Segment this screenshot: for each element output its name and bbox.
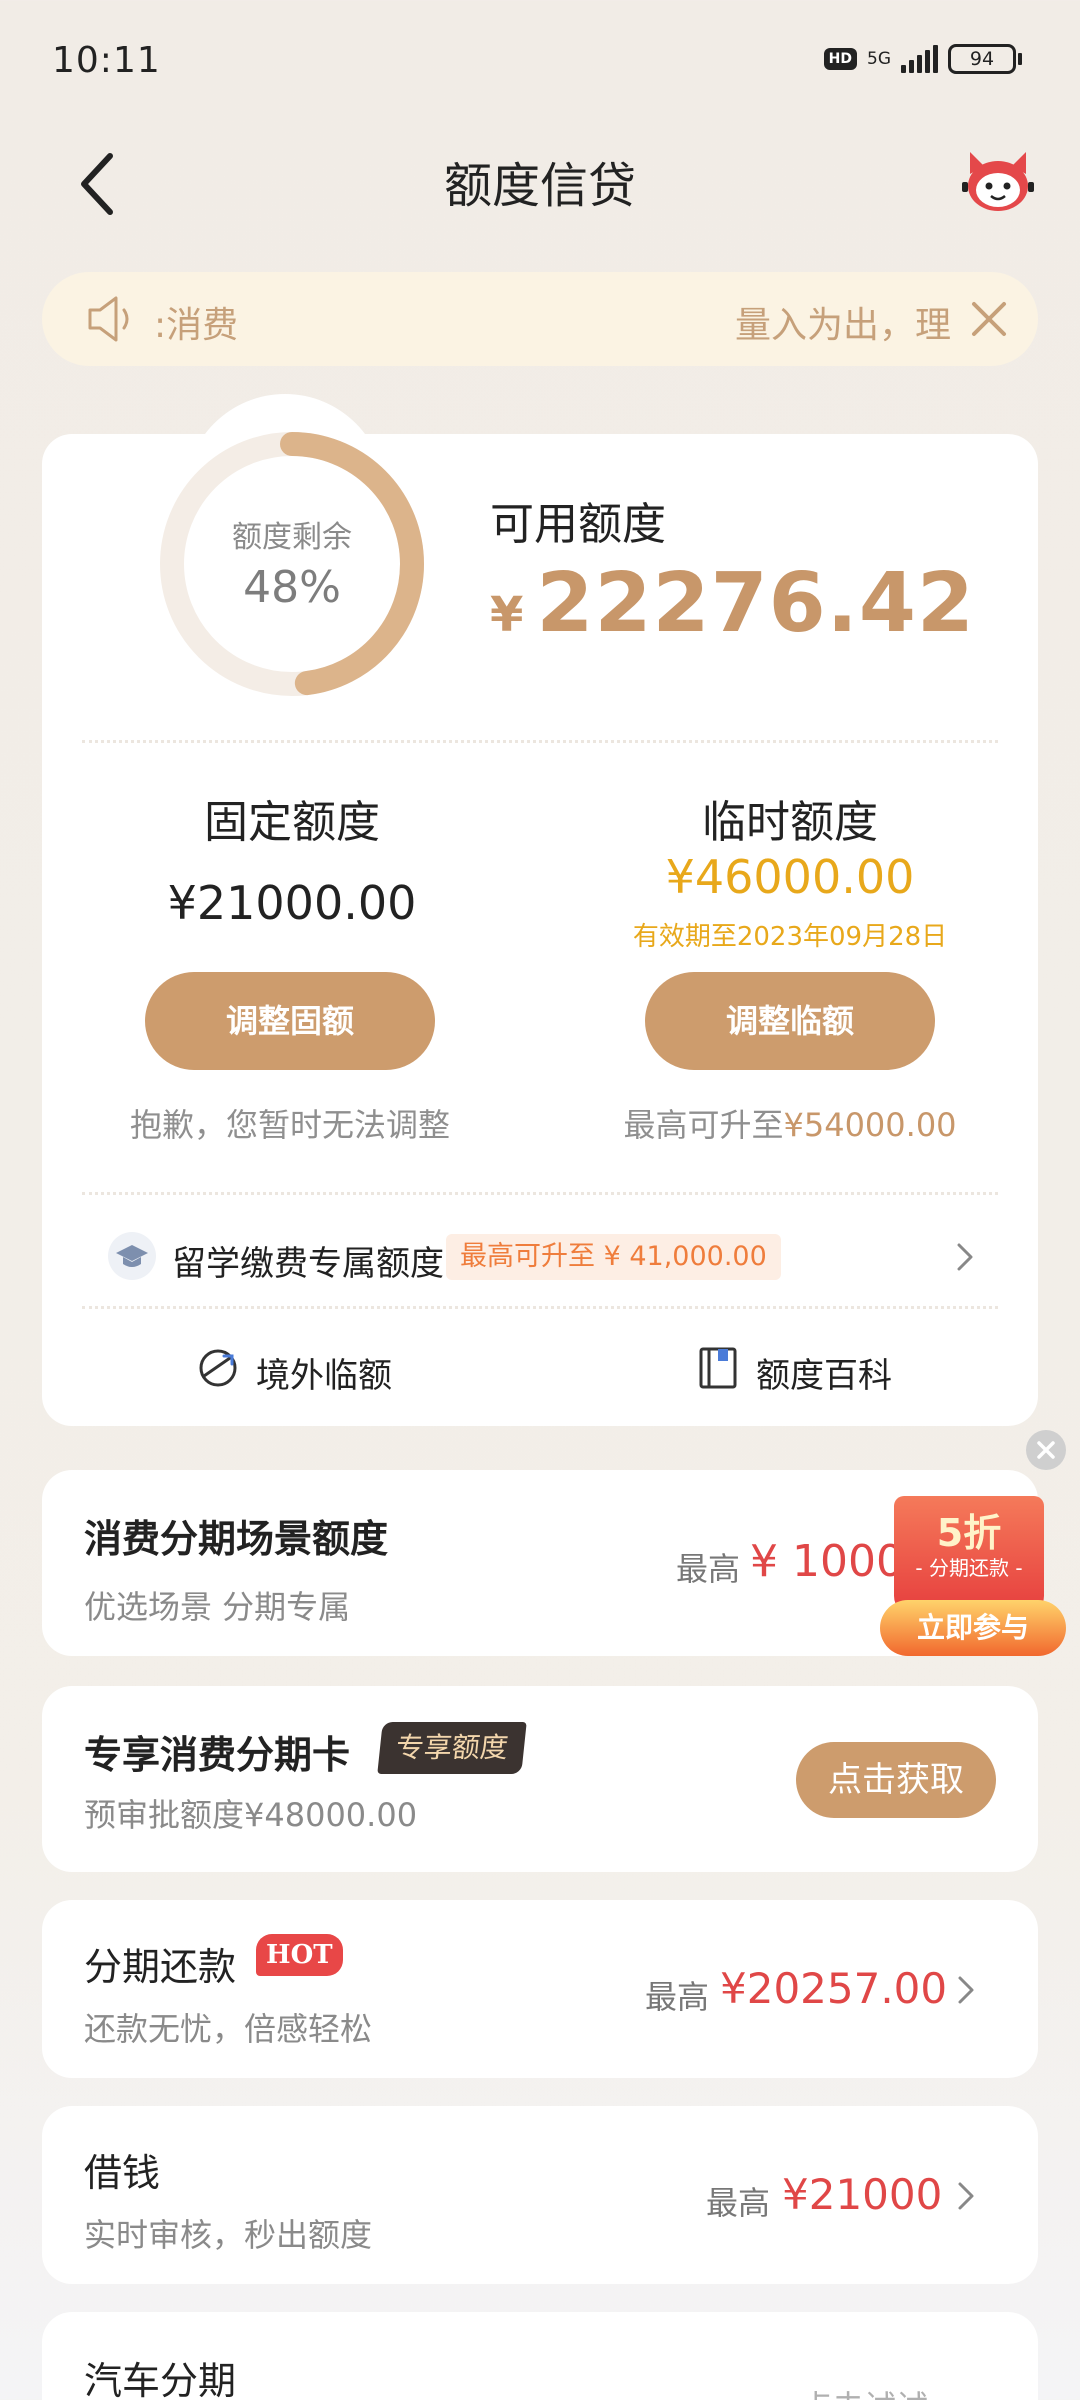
fixed-credit-note: 抱歉，您暂时无法调整 <box>129 1106 450 1144</box>
page-title: 额度信贷 <box>443 158 636 214</box>
chevron-right-icon[interactable] <box>956 2180 976 2212</box>
graduation-cap-icon <box>108 1232 156 1280</box>
ad-close-icon[interactable] <box>1026 1430 1066 1470</box>
status-time: 10:11 <box>52 40 161 81</box>
encyclopedia-label[interactable]: 额度百科 <box>756 1348 892 1397</box>
study-abroad-label[interactable]: 留学缴费专属额度 <box>172 1236 444 1285</box>
borrow-card-subtitle: 实时审核，秒出额度 <box>84 2216 373 2254</box>
borrow-max-label: 最高 <box>706 2184 771 2222</box>
divider <box>82 1192 998 1195</box>
notice-marquee-text: 量入为出，理 <box>735 305 952 346</box>
close-icon[interactable] <box>968 298 1010 340</box>
adjust-temp-button[interactable]: 调整临额 <box>645 972 935 1070</box>
available-value: 22276.42 <box>536 556 975 651</box>
car-card-hint: 点击试试 <box>800 2382 928 2400</box>
battery-icon: 94 <box>948 44 1022 74</box>
battery-level: 94 <box>948 44 1016 74</box>
adjust-fixed-button[interactable]: 调整固额 <box>145 972 435 1070</box>
temp-credit-title: 临时额度 <box>702 797 878 848</box>
remaining-percent: 48% <box>243 562 341 613</box>
overseas-limit-label[interactable]: 境外临额 <box>256 1348 392 1397</box>
hd-icon: HD <box>823 48 857 70</box>
fixed-credit-title: 固定额度 <box>204 797 380 848</box>
temp-note-prefix: 最高可升至 <box>623 1106 784 1144</box>
get-now-button[interactable]: 点击获取 <box>796 1742 996 1818</box>
exclusive-card-subtitle: 预审批额度¥48000.00 <box>84 1796 418 1834</box>
scene-card-title: 消费分期场景额度 <box>84 1517 389 1561</box>
installment-max-amount: ¥20257.00 <box>720 1964 948 2013</box>
chevron-right-icon[interactable] <box>956 1974 976 2006</box>
overseas-limit-icon[interactable] <box>196 1346 240 1390</box>
borrow-card-title: 借钱 <box>84 2151 161 2195</box>
temp-credit-amount: ¥46000.00 <box>665 850 915 904</box>
study-abroad-tag: 最高可升至 ¥ 41,000.00 <box>446 1234 781 1280</box>
network-label: 5G <box>867 48 891 69</box>
car-card-title: 汽车分期 <box>84 2359 237 2400</box>
hot-badge: HOT <box>256 1934 343 1976</box>
chevron-right-icon[interactable] <box>954 1240 976 1274</box>
divider <box>82 740 998 743</box>
notice-text: :消费 <box>154 305 239 346</box>
temp-credit-validity: 有效期至2023年09月28日 <box>632 922 948 952</box>
promo-join-button[interactable]: 立即参与 <box>880 1600 1066 1656</box>
scene-card-subtitle: 优选场景 分期专属 <box>84 1588 351 1626</box>
status-icons: HD 5G 94 <box>823 44 1022 74</box>
installment-card-subtitle: 还款无忧，倍感轻松 <box>84 2010 373 2048</box>
fixed-credit-amount: ¥21000.00 <box>167 876 417 930</box>
currency-symbol: ¥ <box>490 587 525 643</box>
promo-discount: 5折 <box>936 1511 1002 1555</box>
available-label: 可用额度 <box>490 499 666 550</box>
temp-note-amount: ¥54000.00 <box>783 1106 957 1144</box>
speaker-icon <box>88 296 129 342</box>
installment-max-label: 最高 <box>645 1978 710 2016</box>
encyclopedia-icon[interactable] <box>696 1346 740 1390</box>
ring-label: 额度剩余 <box>232 520 352 555</box>
temp-credit-note: 最高可升至¥54000.00 <box>580 1100 1000 1146</box>
available-amount: ¥22276.42 <box>490 556 975 651</box>
divider <box>82 1306 998 1309</box>
back-arrow-icon[interactable] <box>70 148 126 220</box>
promo-badge[interactable]: 5折 - 分期还款 - 立即参与 <box>880 1496 1066 1666</box>
scene-max-label: 最高 <box>676 1550 741 1588</box>
installment-card-title: 分期还款 <box>84 1945 237 1989</box>
borrow-max-amount: ¥21000 <box>782 2170 943 2219</box>
signal-icon <box>901 45 938 73</box>
notice-bar[interactable]: :消费 量入为出，理 <box>42 272 1038 366</box>
promo-subtitle: - 分期还款 - <box>915 1556 1023 1580</box>
mascot-icon[interactable] <box>960 148 1036 214</box>
exclusive-tag: 专享额度 <box>377 1722 527 1774</box>
exclusive-card-title: 专享消费分期卡 <box>84 1733 351 1777</box>
